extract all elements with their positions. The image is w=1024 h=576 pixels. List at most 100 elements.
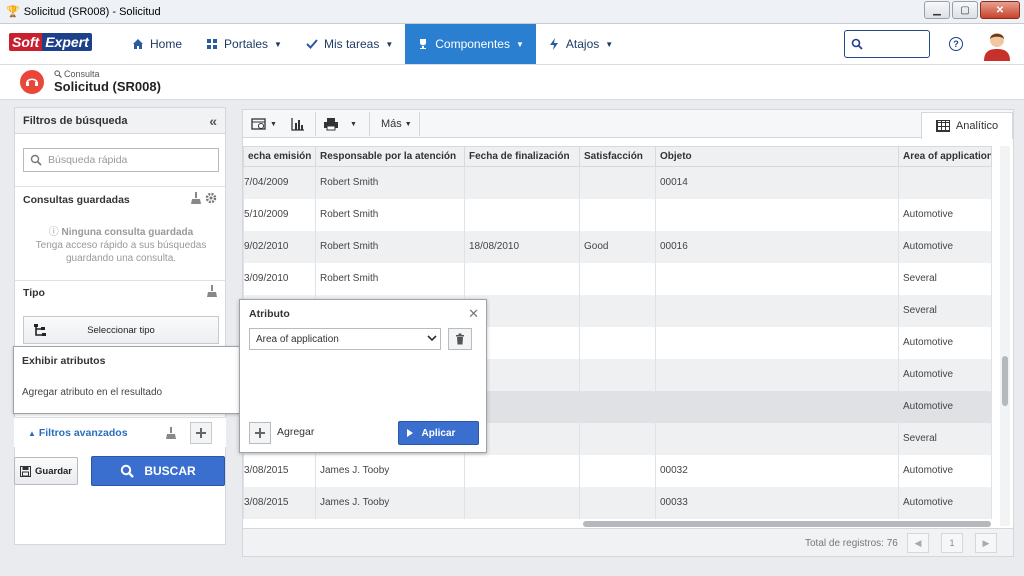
table-row[interactable]: 3/08/2015 James J. Tooby 00032 Automotive [243, 454, 992, 487]
broom-icon[interactable] [191, 192, 201, 204]
quick-search-input[interactable]: Búsqueda rápida [23, 148, 219, 172]
horizontal-scrollbar[interactable] [583, 521, 991, 527]
bar-chart-icon [291, 118, 304, 131]
window-titlebar: 🏆 Solicitud (SR008) - Solicitud ▁ ▢ ✕ [0, 0, 1024, 24]
table-cell [579, 262, 656, 295]
page-title: Solicitud (SR008) [54, 79, 161, 94]
broom-icon[interactable] [166, 427, 176, 439]
table-cell: Automotive [898, 454, 992, 487]
table-cell: 7/04/2009 [243, 166, 316, 199]
view-button[interactable]: ▼ [251, 113, 277, 135]
print-button[interactable]: ▼ [323, 113, 357, 135]
chevron-down-icon [427, 335, 437, 342]
type-title: Tipo [23, 287, 45, 299]
table-cell: Robert Smith [315, 262, 465, 295]
chart-button[interactable] [291, 113, 305, 135]
col-header[interactable]: Satisfacción [579, 146, 656, 167]
pager-prev-button[interactable]: ◀ [907, 533, 929, 553]
table-cell [464, 262, 580, 295]
table-cell: 3/08/2015 [243, 454, 316, 487]
nav-componentes[interactable]: Componentes ▼ [405, 24, 536, 64]
nav-atajos[interactable]: Atajos ▼ [536, 24, 625, 64]
printer-icon [324, 118, 338, 131]
table-cell: Robert Smith [315, 230, 465, 263]
attribute-select[interactable]: Area of application [249, 328, 441, 350]
chevron-down-icon: ▼ [515, 39, 524, 49]
avatar[interactable] [980, 27, 1014, 61]
col-header[interactable]: echa emisión [243, 146, 316, 167]
table-cell [655, 262, 899, 295]
nav-portales[interactable]: Portales ▼ [194, 24, 294, 64]
pager-next-button[interactable]: ▶ [975, 533, 997, 553]
table-cell [579, 390, 656, 423]
table-cell: 3/08/2015 [243, 486, 316, 519]
help-icon[interactable]: ? [949, 37, 963, 51]
table-cell [579, 294, 656, 327]
col-header[interactable]: Objeto [655, 146, 899, 167]
vertical-scrollbar[interactable] [1000, 146, 1010, 526]
more-button[interactable]: Más ▼ [381, 113, 412, 135]
table-row[interactable]: 5/10/2009 Robert Smith Automotive [243, 198, 992, 231]
table-row[interactable]: 3/08/2015 James J. Tooby 00033 Automotive [243, 486, 992, 519]
broom-icon[interactable] [207, 285, 217, 297]
table-cell: Several [898, 262, 992, 295]
table-cell [579, 422, 656, 455]
plus-icon [196, 428, 206, 438]
nav-mis-tareas[interactable]: Mis tareas ▼ [294, 24, 405, 64]
add-attribute-link[interactable]: Agregar atributo en el resultado [22, 387, 162, 398]
table-cell: Several [898, 294, 992, 327]
table-cell: Several [898, 422, 992, 455]
table-icon [935, 120, 950, 132]
table-cell [655, 198, 899, 231]
global-search-input[interactable] [844, 30, 930, 58]
search-button[interactable]: BUSCAR [91, 456, 225, 486]
nav-home[interactable]: Home [120, 24, 194, 64]
minimize-button[interactable]: ▁ [924, 1, 950, 19]
apply-button[interactable]: Aplicar [398, 421, 479, 445]
table-cell [464, 454, 580, 487]
pager-page[interactable]: 1 [941, 533, 963, 553]
collapse-icon[interactable]: « [209, 113, 217, 129]
select-type-button[interactable]: Seleccionar tipo [23, 316, 219, 344]
gear-icon[interactable] [205, 192, 217, 204]
close-window-button[interactable]: ✕ [980, 1, 1020, 19]
search-icon [30, 154, 42, 166]
add-attribute-button[interactable] [249, 422, 271, 444]
saved-queries-empty: ⓘ Ninguna consulta guardada Tenga acceso… [35, 227, 207, 264]
table-cell [579, 198, 656, 231]
close-icon[interactable]: ✕ [468, 306, 479, 322]
add-filter-button[interactable] [190, 422, 212, 444]
breadcrumb[interactable]: Consulta [54, 69, 100, 79]
table-cell: Good [579, 230, 656, 263]
delete-attribute-button[interactable] [448, 328, 472, 350]
table-row[interactable]: 3/09/2010 Robert Smith Several [243, 262, 992, 295]
table-cell: Automotive [898, 230, 992, 263]
col-header[interactable]: Area of application [898, 146, 992, 167]
softexpert-logo[interactable]: Soft Expert [9, 32, 92, 52]
scroll-thumb[interactable] [1002, 356, 1008, 406]
tab-analitico[interactable]: Analítico [921, 112, 1013, 139]
chevron-down-icon: ▼ [404, 120, 412, 128]
trash-icon [456, 333, 464, 345]
table-cell [579, 326, 656, 359]
table-cell [579, 166, 656, 199]
save-button[interactable]: Guardar [14, 457, 78, 485]
toolbar-divider [419, 112, 420, 136]
search-icon [121, 464, 135, 478]
col-header[interactable]: Responsable por la atención [315, 146, 465, 167]
table-row[interactable]: 7/04/2009 Robert Smith 00014 [243, 166, 992, 199]
col-header[interactable]: Fecha de finalización [464, 146, 580, 167]
table-cell [464, 166, 580, 199]
table-cell: 00016 [655, 230, 899, 263]
advanced-filters-toggle[interactable]: ▲ Filtros avanzados [28, 427, 128, 439]
table-cell [655, 422, 899, 455]
toolbar-divider [369, 112, 370, 136]
table-row[interactable]: 9/02/2010 Robert Smith 18/08/2010 Good 00016… [243, 230, 992, 263]
chevron-down-icon: ▼ [385, 39, 394, 49]
caret-up-icon: ▲ [28, 429, 36, 438]
add-attribute-label[interactable]: Agregar [277, 426, 314, 438]
table-cell: Automotive [898, 358, 992, 391]
chevron-down-icon: ▼ [274, 39, 282, 49]
maximize-button[interactable]: ▢ [952, 1, 978, 19]
plus-icon [255, 428, 265, 438]
